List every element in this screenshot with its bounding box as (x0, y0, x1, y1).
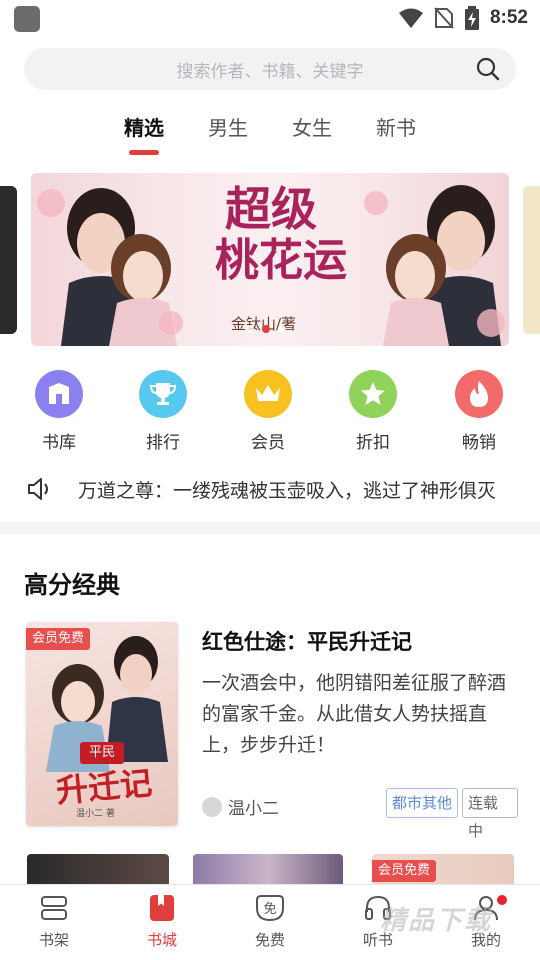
nav-label: 书城 (146, 931, 177, 949)
search-placeholder: 搜索作者、书籍、关键字 (176, 61, 364, 82)
quick-entry-label: 折扣 (356, 433, 390, 453)
search-input[interactable]: 搜索作者、书籍、关键字 (24, 48, 516, 90)
nav-bookstore[interactable]: 书城 (127, 893, 197, 950)
quick-entry-membership[interactable]: 会员 (228, 370, 308, 453)
free-icon: 免 (255, 893, 285, 923)
bookstore-icon (147, 893, 177, 923)
status-tag: 连载中 (462, 788, 518, 840)
notice-bar[interactable]: 万道之尊：一缕残魂被玉壶吸入，逃过了神形俱灭 (26, 474, 540, 504)
section-title: 高分经典 (24, 571, 120, 599)
banner-dot (278, 325, 286, 333)
featured-book-card[interactable]: 会员免费 平民 升迁记 温小二 著 红色仕途：平民升迁记 一次酒会中，他阴错阳差… (26, 622, 518, 840)
quick-entry-bestseller[interactable]: 畅销 (439, 370, 519, 453)
trophy-icon (139, 370, 187, 418)
banner-page-indicator (246, 325, 286, 333)
cover-author: 温小二 著 (76, 809, 115, 819)
battery-charging-icon (464, 6, 479, 30)
library-icon (35, 370, 83, 418)
svg-text:免: 免 (263, 902, 276, 917)
book-cover-peek[interactable] (27, 854, 169, 886)
tab-female[interactable]: 女生 (282, 112, 342, 141)
banner-dot-active (262, 325, 270, 333)
tab-male[interactable]: 男生 (198, 112, 258, 141)
no-sim-icon (434, 7, 454, 29)
section-divider (0, 522, 540, 534)
tab-indicator (129, 150, 159, 155)
book-description: 一次酒会中，他阴错阳差征服了醉酒的富家千金。从此借女人势扶摇直上，步步升迁！ (202, 672, 507, 756)
quick-entry-discount[interactable]: 折扣 (333, 370, 413, 453)
author-avatar-icon (202, 796, 222, 817)
status-time: 8:52 (489, 7, 528, 28)
quick-entry-ranking[interactable]: 排行 (123, 370, 203, 453)
quick-entry-label: 排行 (146, 433, 180, 453)
banner-title-line1: 超级 (225, 182, 317, 236)
member-free-badge: 会员免费 (372, 860, 437, 882)
flame-icon (455, 370, 503, 418)
quick-entry-library[interactable]: 书库 (19, 370, 99, 453)
book-cover[interactable]: 会员免费 平民 升迁记 温小二 著 (26, 622, 178, 826)
quick-entry-label: 会员 (251, 433, 285, 453)
search-icon[interactable] (476, 57, 500, 81)
banner-title-line2: 桃花运 (215, 235, 347, 286)
app-screen: 8:52 搜索作者、书籍、关键字 精选 男生 女生 新书 超级 桃花运 金钛山/… (0, 0, 540, 960)
banner-next-peek[interactable] (523, 186, 540, 334)
banner-carousel[interactable]: 超级 桃花运 金钛山/著 (31, 173, 509, 346)
wifi-icon (398, 8, 423, 28)
author-name: 温小二 (228, 799, 279, 819)
genre-tag: 都市其他 (386, 788, 459, 818)
notice-text: 万道之尊：一缕残魂被玉壶吸入，逃过了神形俱灭 (78, 479, 497, 502)
tab-featured[interactable]: 精选 (114, 112, 174, 141)
nav-label: 免费 (254, 931, 285, 949)
site-watermark: 精品下载 (380, 906, 493, 936)
nav-free[interactable]: 免 免费 (235, 893, 305, 950)
notification-dot (497, 895, 507, 905)
member-free-badge: 会员免费 (26, 628, 91, 650)
book-cover-peek[interactable]: 会员免费 (372, 854, 514, 886)
banner-title: 超级 桃花运 (171, 183, 371, 287)
nav-label: 书架 (38, 931, 69, 949)
nav-bookshelf[interactable]: 书架 (19, 893, 89, 950)
star-icon (349, 370, 397, 418)
banner-prev-peek[interactable] (0, 186, 17, 334)
book-cover-peek[interactable] (193, 854, 343, 886)
quick-entry-label: 畅销 (462, 433, 496, 453)
crown-icon (244, 370, 292, 418)
book-title[interactable]: 红色仕途：平民升迁记 (202, 626, 412, 656)
quick-entry-label: 书库 (42, 433, 76, 453)
app-notification-icon (14, 6, 40, 32)
quick-entries: 书库 排行 会员 折扣 畅销 (0, 370, 540, 460)
category-tabs: 精选 男生 女生 新书 (0, 112, 540, 158)
status-icons: 8:52 (398, 4, 528, 32)
tab-new-books[interactable]: 新书 (366, 112, 426, 141)
banner-dot (246, 325, 254, 333)
status-bar: 8:52 (0, 0, 540, 36)
book-author: 温小二 (202, 794, 279, 819)
speaker-icon (28, 478, 48, 500)
bookshelf-icon (39, 893, 69, 923)
